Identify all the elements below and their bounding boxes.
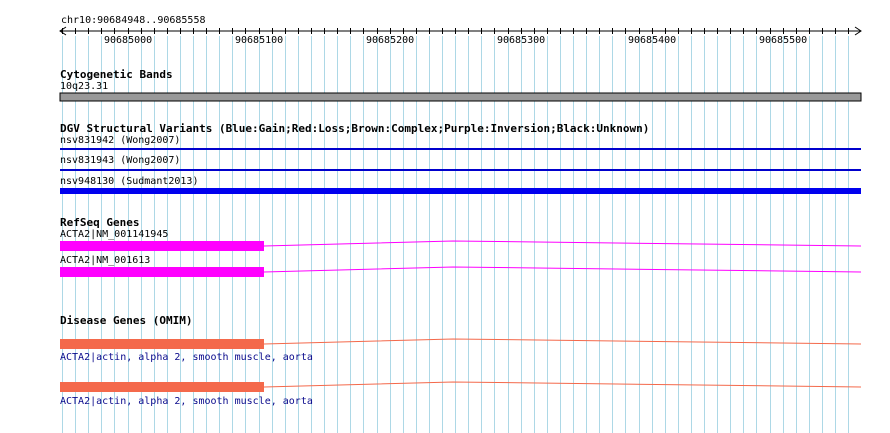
omim-feature-label[interactable]: ACTA2|actin, alpha 2, smooth muscle, aor… (60, 352, 313, 364)
omim-track (60, 338, 862, 392)
omim-feature-label[interactable]: ACTA2|actin, alpha 2, smooth muscle, aor… (60, 396, 313, 408)
genome-browser-panel: chr10:90684948..90685558 90685000 906851… (0, 0, 890, 433)
omim-feature[interactable] (60, 381, 862, 392)
omim-feature[interactable] (60, 338, 862, 349)
omim-intron-line (263, 381, 862, 388)
omim-exon[interactable] (60, 339, 264, 349)
omim-exon[interactable] (60, 382, 264, 392)
omim-intron-line (263, 338, 862, 345)
